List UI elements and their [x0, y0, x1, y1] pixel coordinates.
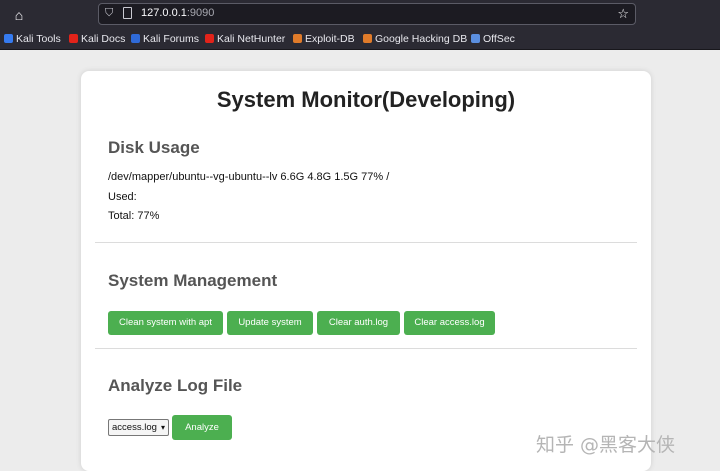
address-bar[interactable]: ⛉ 127.0.0.1:9090 ☆ [98, 3, 636, 25]
offsec-icon [471, 34, 480, 43]
analyze-log-heading: Analyze Log File [108, 376, 243, 395]
home-icon[interactable]: ⌂ [10, 6, 28, 24]
watermark: 知乎 @黑客大侠 [536, 434, 676, 456]
divider [95, 348, 637, 349]
page-icon [123, 7, 132, 19]
system-management-heading: System Management [108, 271, 278, 290]
exploit-db-icon [293, 34, 302, 43]
url-text[interactable]: 127.0.0.1:9090 [141, 7, 214, 19]
browser-toolbar: ⌂ ⛉ 127.0.0.1:9090 ☆ [0, 0, 720, 30]
kali-icon [4, 34, 13, 43]
bookmark-kali-nethunter[interactable]: Kali NetHunter [205, 33, 285, 45]
clear-access-log-button[interactable]: Clear access.log [404, 311, 495, 335]
divider [95, 242, 637, 243]
bookmark-kali-docs[interactable]: Kali Docs [69, 33, 125, 45]
disk-usage-line: /dev/mapper/ubuntu--vg-ubuntu--lv 6.6G 4… [108, 171, 390, 183]
log-file-select[interactable]: access.log ▾ [108, 419, 169, 436]
disk-total-label: Total: 77% [108, 210, 160, 222]
nethunter-icon [205, 34, 214, 43]
clean-system-button[interactable]: Clean system with apt [108, 311, 223, 335]
analyze-button[interactable]: Analyze [172, 415, 232, 440]
kali-docs-icon [69, 34, 78, 43]
bookmark-google-hacking-db[interactable]: Google Hacking DB [363, 33, 467, 45]
ghdb-icon [363, 34, 372, 43]
kali-forums-icon [131, 34, 140, 43]
update-system-button[interactable]: Update system [227, 311, 313, 335]
bookmark-star-icon[interactable]: ☆ [617, 6, 629, 22]
selected-log-value: access.log [112, 422, 157, 433]
bookmark-offsec[interactable]: OffSec [471, 33, 515, 45]
chevron-down-icon: ▾ [160, 423, 165, 432]
shield-icon[interactable]: ⛉ [105, 7, 113, 20]
bookmarks-bar: Kali Tools Kali Docs Kali Forums Kali Ne… [0, 30, 720, 50]
disk-usage-heading: Disk Usage [108, 138, 200, 157]
bookmark-kali-forums[interactable]: Kali Forums [131, 33, 199, 45]
disk-used-label: Used: [108, 191, 137, 203]
monitor-card: System Monitor(Developing) Disk Usage /d… [81, 71, 651, 471]
page-title: System Monitor(Developing) [216, 87, 516, 112]
bookmark-exploit-db[interactable]: Exploit-DB [293, 33, 355, 45]
bookmark-kali-tools[interactable]: Kali Tools [4, 33, 61, 45]
clear-auth-log-button[interactable]: Clear auth.log [317, 311, 400, 335]
